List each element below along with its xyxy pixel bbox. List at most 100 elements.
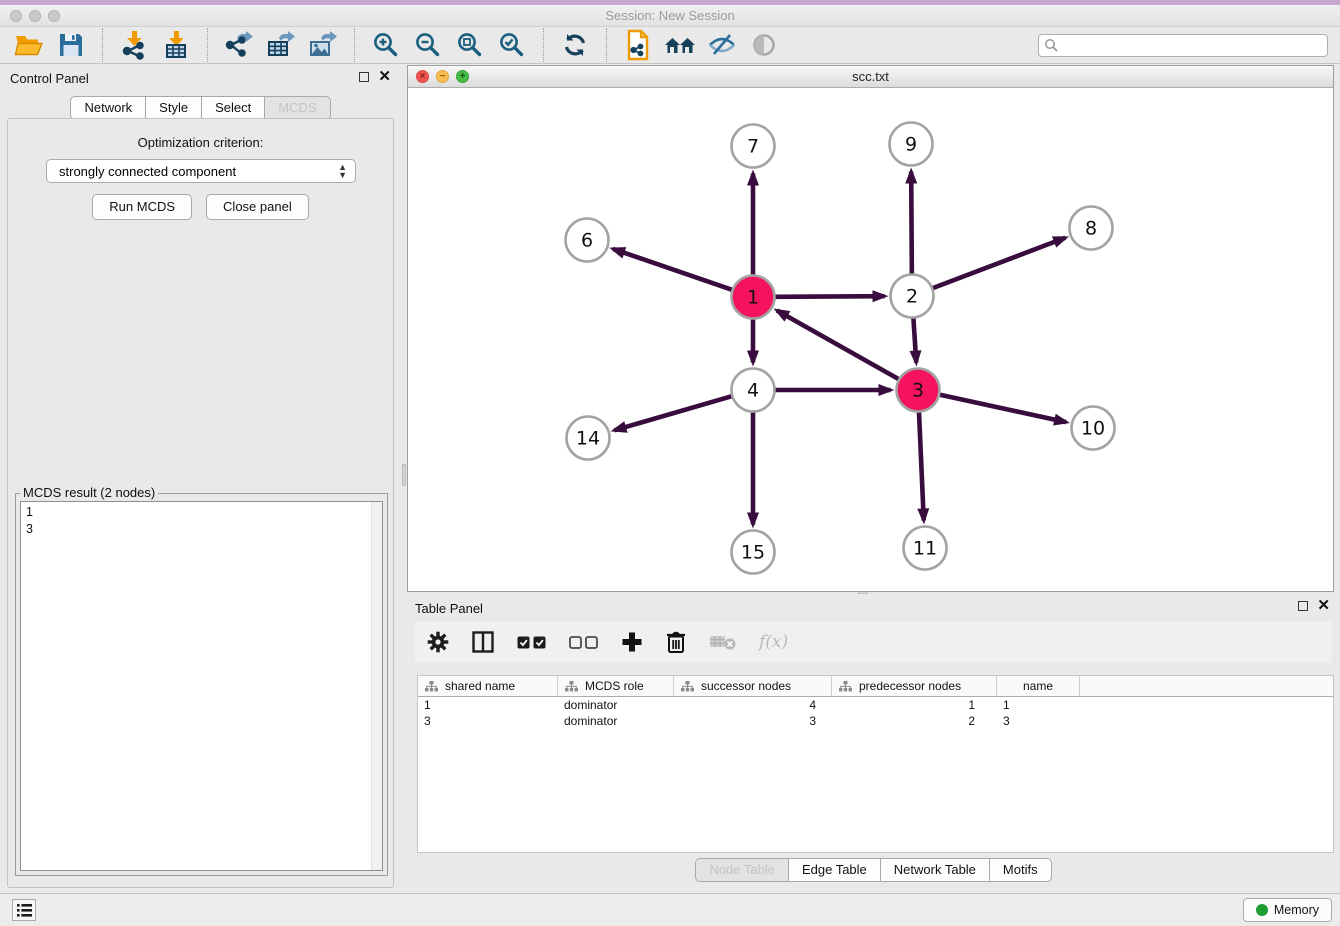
zoom-out-icon[interactable]	[410, 29, 446, 61]
node-table: shared name MCDS role successor nodes pr…	[417, 675, 1334, 853]
graph-node-label: 7	[747, 136, 759, 158]
split-table-icon[interactable]	[471, 630, 495, 654]
toolbar-separator	[207, 28, 208, 62]
export-table-icon[interactable]	[263, 29, 299, 61]
tab-style[interactable]: Style	[146, 96, 202, 120]
graph-node-label: 1	[747, 287, 759, 309]
apply-function-icon: f(x)	[759, 632, 788, 652]
graph-edge-4-14[interactable]	[614, 396, 731, 430]
table-cell: dominator	[558, 697, 674, 713]
table-row[interactable]: 1dominator411	[418, 697, 1333, 713]
tab-network-table[interactable]: Network Table	[881, 858, 990, 882]
graph-edge-3-11[interactable]	[919, 412, 924, 520]
graph-edge-2-3[interactable]	[913, 318, 916, 362]
mcds-result-line: 1	[26, 504, 382, 521]
network-frame-title: scc.txt	[408, 69, 1333, 84]
tab-network[interactable]: Network	[70, 96, 146, 120]
tree-icon	[839, 681, 852, 692]
network-graph[interactable]: 7968124314101511	[408, 88, 1333, 591]
column-header-successor-nodes[interactable]: successor nodes	[674, 676, 832, 696]
criterion-value: strongly connected component	[59, 164, 236, 179]
tree-icon	[565, 681, 578, 692]
tree-icon	[681, 681, 694, 692]
mcds-result-lines[interactable]: 13	[20, 501, 383, 871]
float-table-panel-icon[interactable]	[1298, 601, 1308, 611]
graph-node-label: 3	[912, 380, 924, 402]
graph-node-label: 6	[581, 230, 593, 252]
graph-node-label: 4	[747, 380, 759, 402]
close-table-panel-icon[interactable]: ✕	[1317, 601, 1330, 611]
search-input[interactable]	[1038, 34, 1328, 57]
task-history-button[interactable]	[12, 899, 36, 921]
toolbar-separator	[606, 28, 607, 62]
add-column-icon[interactable]	[621, 631, 643, 653]
tab-motifs[interactable]: Motifs	[990, 858, 1052, 882]
tab-node-table[interactable]: Node Table	[695, 858, 789, 882]
import-network-icon[interactable]	[116, 29, 152, 61]
zoom-in-icon[interactable]	[368, 29, 404, 61]
graph-edge-2-9[interactable]	[911, 171, 912, 273]
mcds-result-legend: MCDS result (2 nodes)	[20, 485, 158, 500]
table-panel: Table Panel ✕	[407, 595, 1340, 890]
optimization-criterion-label: Optimization criterion:	[8, 135, 393, 150]
network-from-file-icon[interactable]	[620, 29, 656, 61]
graph-node-label: 8	[1085, 218, 1097, 240]
column-header-shared-name[interactable]: shared name	[418, 676, 558, 696]
export-image-icon[interactable]	[305, 29, 341, 61]
main-toolbar	[0, 27, 1340, 64]
column-header-name[interactable]: name	[997, 676, 1080, 696]
graph-edge-1-2[interactable]	[775, 296, 884, 297]
application-window: Session: New Session	[0, 0, 1340, 926]
node-table-body: 1dominator4113dominator323	[418, 697, 1333, 729]
graph-node-label: 9	[905, 134, 917, 156]
show-all-networks-icon[interactable]	[662, 29, 698, 61]
unselect-all-columns-icon[interactable]	[569, 635, 599, 650]
table-panel-title: Table Panel	[415, 601, 483, 616]
table-settings-icon[interactable]	[427, 631, 449, 653]
result-scrollbar[interactable]	[371, 502, 382, 870]
graph-edge-2-8[interactable]	[933, 238, 1065, 288]
tab-edge-table[interactable]: Edge Table	[789, 858, 881, 882]
graph-node-label: 11	[913, 538, 937, 560]
table-row[interactable]: 3dominator323	[418, 713, 1333, 729]
search-icon	[1044, 38, 1059, 53]
refresh-view-icon[interactable]	[557, 29, 593, 61]
zoom-selected-icon[interactable]	[494, 29, 530, 61]
import-table-icon[interactable]	[158, 29, 194, 61]
graph-edge-3-10[interactable]	[940, 395, 1066, 422]
float-panel-icon[interactable]	[359, 72, 369, 82]
control-panel-tabs: Network Style Select MCDS	[0, 96, 401, 120]
run-mcds-button[interactable]: Run MCDS	[92, 194, 192, 220]
table-panel-header: Table Panel ✕	[407, 599, 1340, 619]
control-panel-title: Control Panel	[10, 71, 89, 86]
network-frame-titlebar[interactable]: × − + scc.txt	[408, 66, 1333, 88]
save-session-icon[interactable]	[53, 29, 89, 61]
zoom-fit-icon[interactable]	[452, 29, 488, 61]
graph-node-label: 10	[1081, 418, 1105, 440]
export-network-icon[interactable]	[221, 29, 257, 61]
select-all-columns-icon[interactable]	[517, 635, 547, 650]
table-panel-tabs: Node Table Edge Table Network Table Moti…	[407, 858, 1340, 882]
delete-column-icon[interactable]	[665, 630, 687, 654]
criterion-dropdown[interactable]: strongly connected component ▲▼	[46, 159, 356, 183]
open-session-icon[interactable]	[11, 29, 47, 61]
show-selected-icon	[746, 29, 782, 61]
hide-selected-icon[interactable]	[704, 29, 740, 61]
table-cell: 1	[997, 697, 1080, 713]
column-header-predecessor-nodes[interactable]: predecessor nodes	[832, 676, 997, 696]
close-panel-button[interactable]: Close panel	[206, 194, 309, 220]
graph-edge-3-1[interactable]	[777, 311, 898, 379]
splitter-grip[interactable]	[402, 464, 406, 486]
tab-select[interactable]: Select	[202, 96, 265, 120]
control-panel: Control Panel ✕ Network Style Select MCD…	[0, 64, 401, 893]
graph-node-label: 15	[741, 542, 765, 564]
table-cell: dominator	[558, 713, 674, 729]
tree-icon	[425, 681, 438, 692]
column-header-mcds-role[interactable]: MCDS role	[558, 676, 674, 696]
tab-mcds[interactable]: MCDS	[265, 96, 330, 120]
app-titlebar[interactable]: Session: New Session	[0, 5, 1340, 27]
memory-button[interactable]: Memory	[1243, 898, 1332, 922]
close-panel-icon[interactable]: ✕	[378, 72, 391, 82]
graph-edge-1-6[interactable]	[613, 249, 732, 290]
list-icon	[17, 904, 32, 917]
